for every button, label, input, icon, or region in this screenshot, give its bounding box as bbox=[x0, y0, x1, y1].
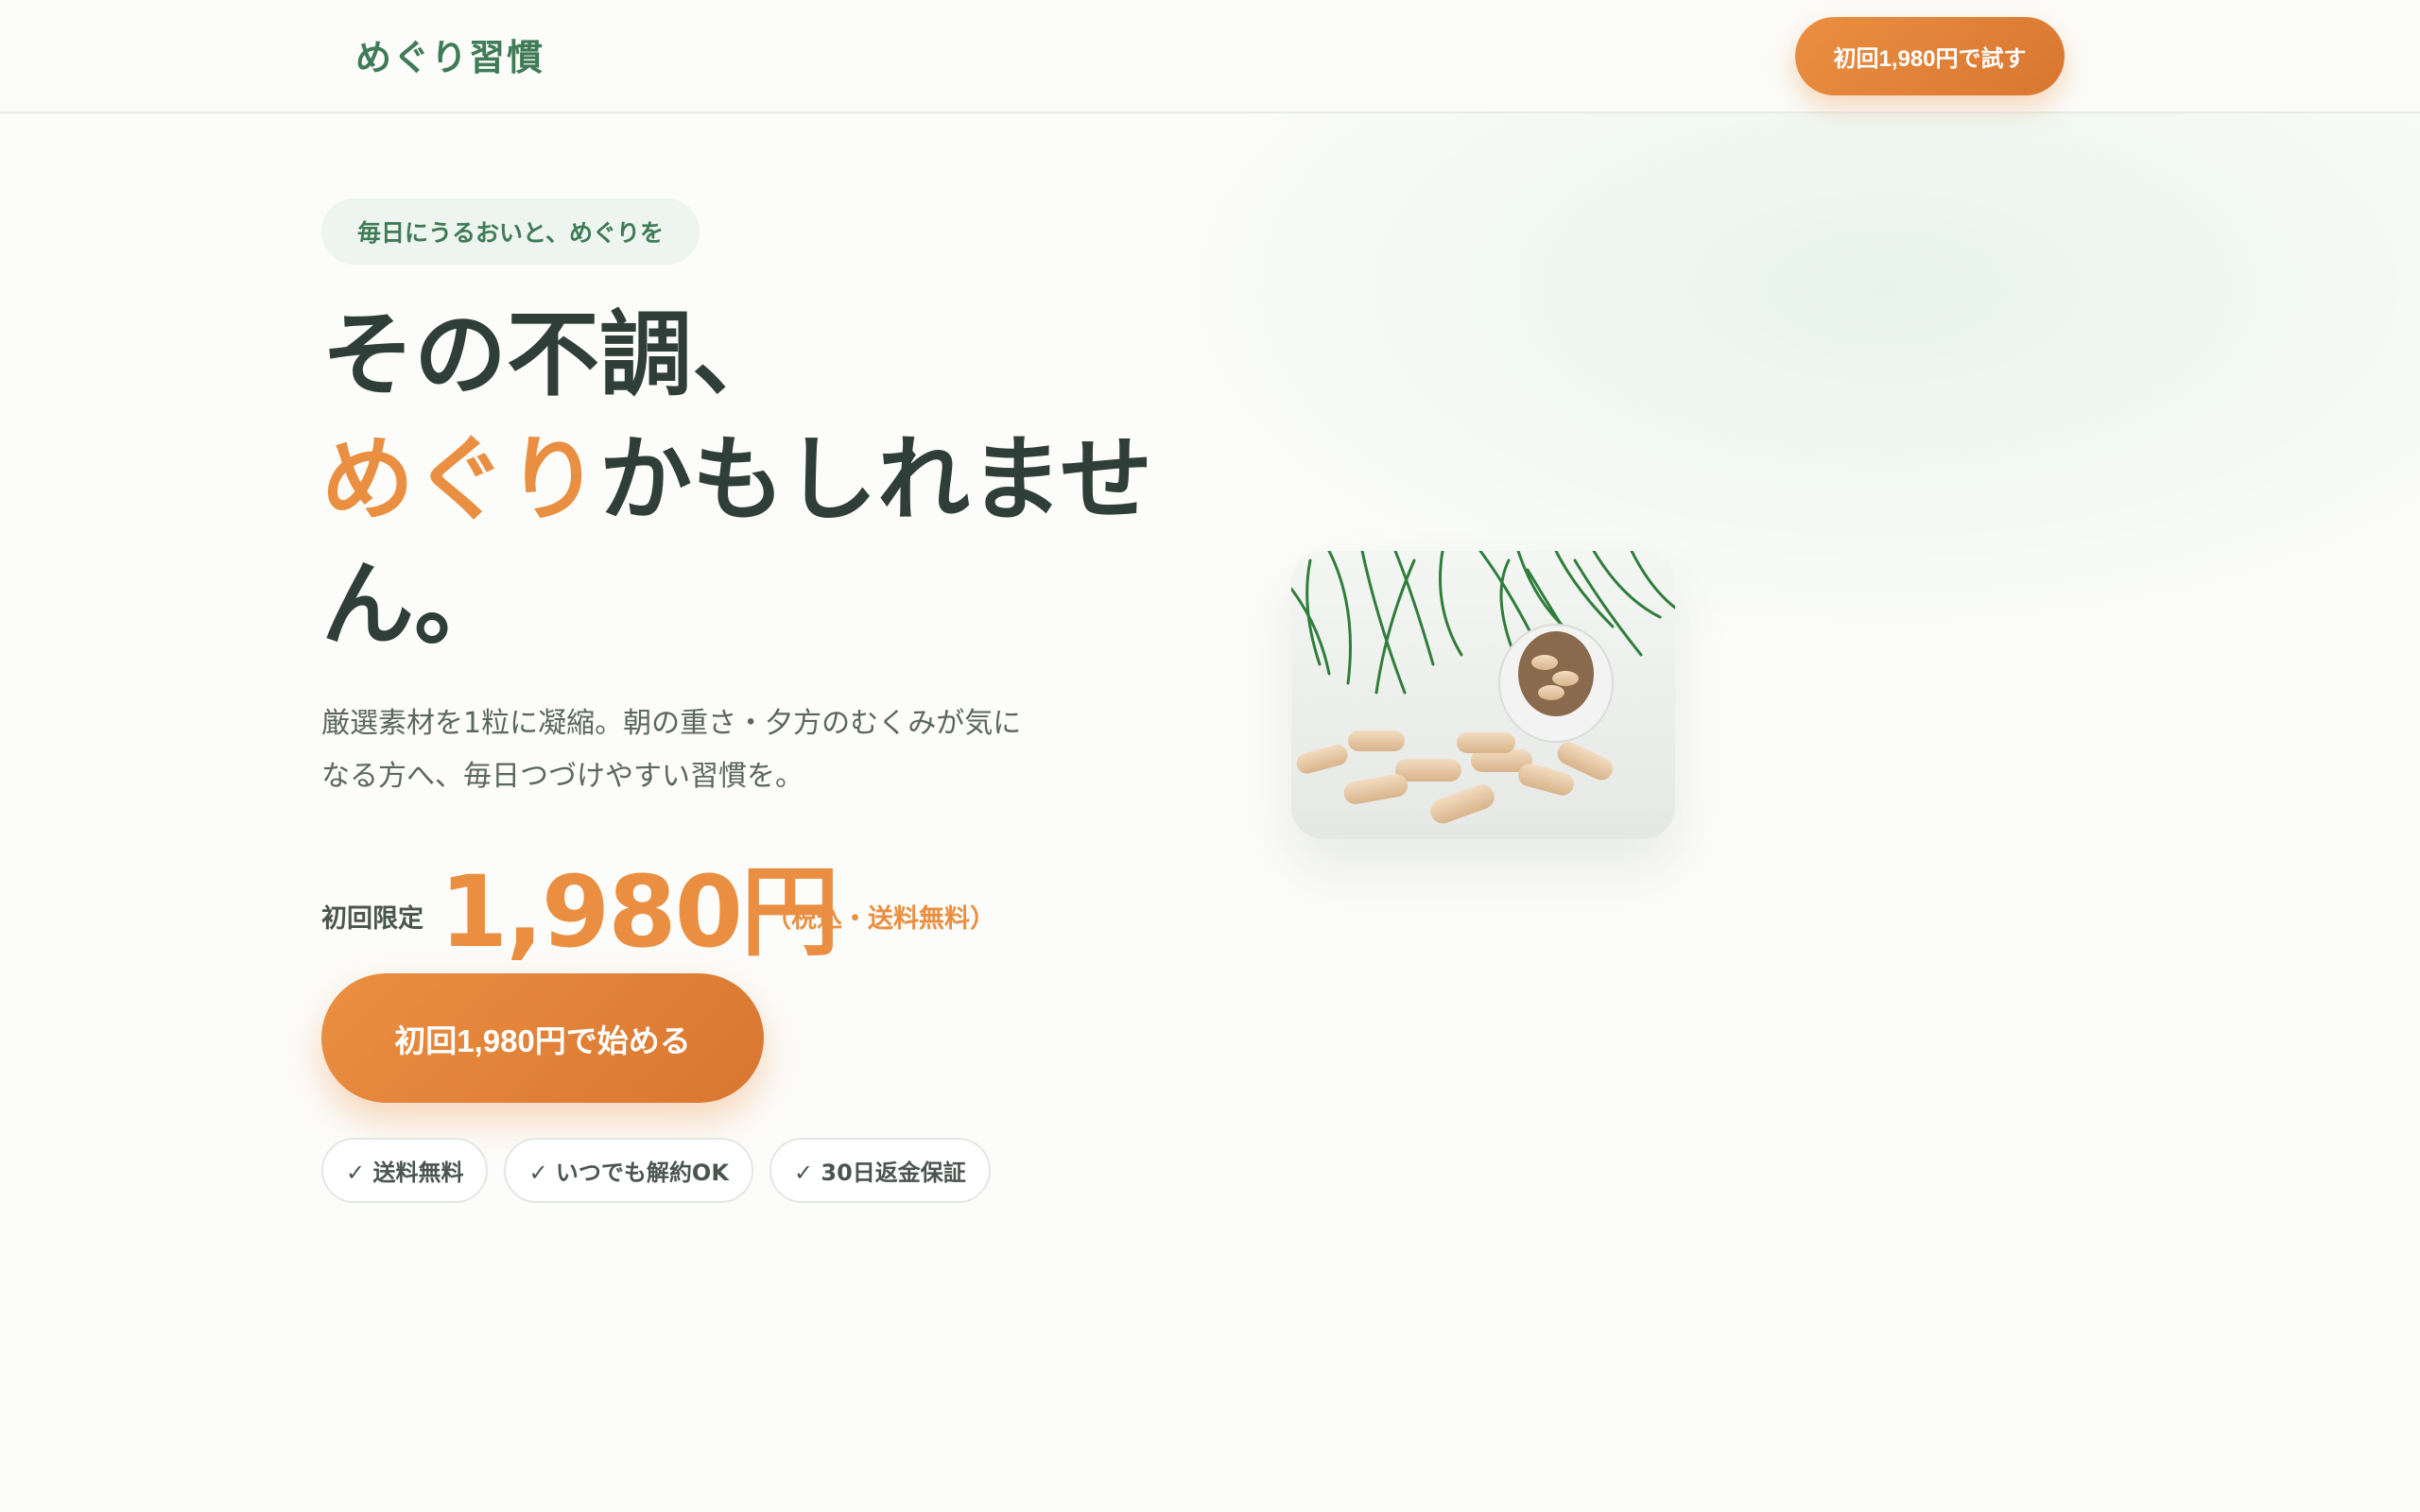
badge-free-shipping: ✓ 送料無料 bbox=[321, 1138, 489, 1203]
capsules-illustration bbox=[1291, 551, 1675, 839]
badge-cancel-anytime: ✓ いつでも解約OK bbox=[504, 1138, 753, 1203]
hero-lead-text: 厳選素材を1粒に凝縮。朝の重さ・夕方のむくみが気になる方へ、毎日つづけやすい習慣… bbox=[321, 707, 1022, 793]
product-image bbox=[1291, 551, 1675, 839]
benefit-badges: ✓ 送料無料 ✓ いつでも解約OK ✓ 30日返金保証 bbox=[321, 1138, 991, 1203]
headline-line1: その不調、 bbox=[321, 301, 786, 409]
brand-logo[interactable]: めぐり習慣 bbox=[355, 28, 544, 80]
badge-refund-guarantee: ✓ 30日返金保証 bbox=[769, 1138, 991, 1203]
header-cta-button[interactable]: 初回1,980円で試す bbox=[1795, 17, 2065, 95]
site-header: めぐり習慣 初回1,980円で試す bbox=[0, 0, 2420, 113]
background-glow bbox=[1002, 57, 2420, 718]
landing-page: めぐり習慣 初回1,980円で試す 毎日にうるおいと、めぐりを その不調、 めぐ… bbox=[0, 0, 2420, 1512]
hero-headline: その不調、 めぐりかもしれません。 bbox=[321, 293, 1172, 667]
main-cta-button[interactable]: 初回1,980円で始める bbox=[321, 973, 764, 1103]
headline-accent: めぐり bbox=[321, 426, 600, 534]
tagline-pill: 毎日にうるおいと、めぐりを bbox=[321, 198, 700, 265]
price-note: （税込・送料無料） bbox=[766, 904, 995, 934]
price-label: 初回限定 bbox=[321, 904, 424, 934]
